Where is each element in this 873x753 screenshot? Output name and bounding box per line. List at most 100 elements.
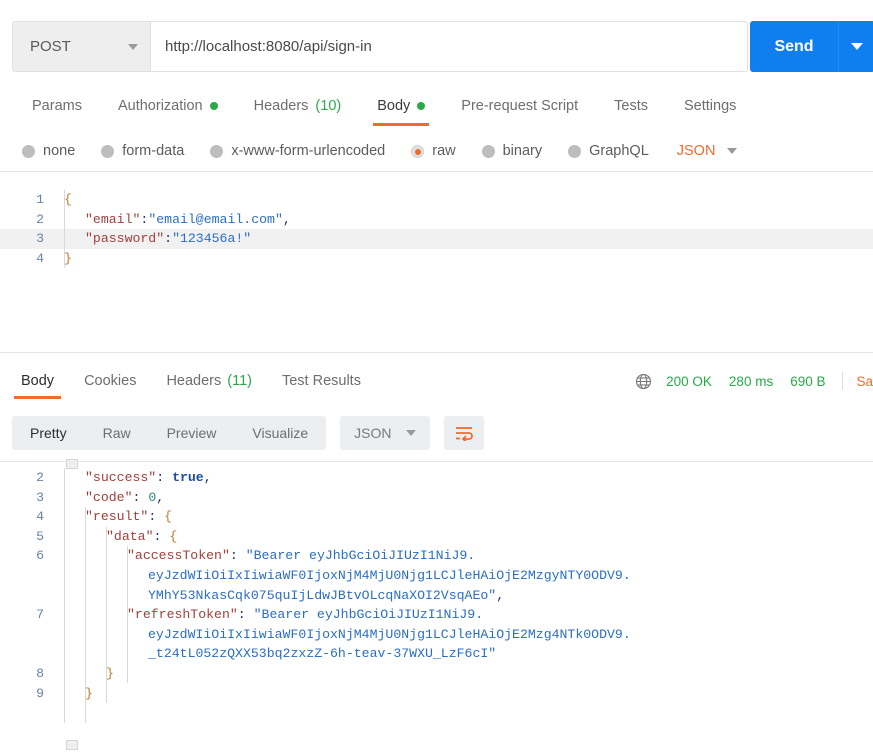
- send-button[interactable]: Send: [750, 21, 838, 72]
- code-line: 3 "code": 0,: [0, 488, 873, 508]
- response-language-dropdown[interactable]: JSON: [340, 416, 430, 450]
- status-dot-icon: [209, 102, 218, 110]
- code-text: "password":"123456a!": [85, 229, 251, 249]
- request-tab-pre-request-script[interactable]: Pre-request Script: [443, 88, 596, 124]
- line-number: 4: [36, 250, 44, 266]
- code-text: "email":"email@email.com",: [85, 210, 291, 230]
- request-tab-tests[interactable]: Tests: [596, 88, 666, 124]
- divider: [0, 352, 873, 353]
- url-input[interactable]: http://localhost:8080/api/sign-in: [150, 21, 748, 72]
- code-token: "123456a!": [172, 231, 252, 247]
- radio-button-icon[interactable]: [481, 144, 495, 158]
- view-mode-raw[interactable]: Raw: [85, 416, 149, 450]
- code-token: {: [64, 192, 72, 207]
- response-view-toolbar: Pretty Raw Preview Visualize JSON: [0, 408, 873, 458]
- code-line: 7 "refreshToken": "Bearer eyJhbGciOiJIUzI…: [0, 605, 873, 625]
- request-tab-label: Settings: [683, 98, 737, 114]
- code-line: 2 "success": true,: [0, 468, 873, 488]
- body-type-radio-group: none form-data x-www-form-urlencoded raw bin…: [0, 132, 873, 170]
- view-mode-preview[interactable]: Preview: [149, 416, 235, 450]
- request-tab-settings[interactable]: Settings: [666, 88, 754, 124]
- code-line: 1{: [0, 190, 873, 210]
- request-tab-headers[interactable]: Headers (10): [236, 88, 360, 124]
- request-tab-label: Pre-request Script: [461, 98, 579, 114]
- code-line: 4}: [0, 249, 873, 269]
- divider: [842, 372, 844, 390]
- chevron-down-icon: [128, 43, 138, 50]
- body-type-label: raw: [432, 143, 456, 159]
- response-tab-test-results[interactable]: Test Results: [267, 362, 376, 400]
- code-token: "Bearer eyJhbGciOiJIUzI1NiJ9.: [253, 607, 484, 623]
- response-tab-headers[interactable]: Headers (11): [151, 362, 267, 400]
- radio-button-icon[interactable]: [210, 144, 224, 158]
- indent-guide: [64, 468, 65, 723]
- view-mode-visualize[interactable]: Visualize: [234, 416, 326, 450]
- line-number: 5: [36, 528, 44, 544]
- http-method-dropdown[interactable]: POST: [12, 21, 150, 72]
- scroll-up-marker[interactable]: [66, 459, 78, 469]
- radio-button-icon[interactable]: [411, 144, 425, 158]
- request-tab-authorization[interactable]: Authorization: [100, 88, 236, 124]
- code-line: 5 "data": {: [0, 527, 873, 547]
- code-line: 8}: [0, 664, 873, 684]
- body-type-x-www-form-urlencoded[interactable]: x-www-form-urlencoded: [210, 143, 385, 159]
- response-tab-body[interactable]: Body: [6, 362, 69, 400]
- response-tab-label: Body: [21, 373, 55, 389]
- status-dot-icon: [417, 102, 426, 110]
- body-type-label: x-www-form-urlencoded: [231, 143, 386, 159]
- request-tab-params[interactable]: Params: [14, 88, 100, 124]
- raw-format-dropdown[interactable]: JSON: [677, 143, 738, 159]
- radio-button-icon[interactable]: [101, 144, 115, 158]
- code-token: }: [106, 665, 114, 681]
- code-line: 3 "password":"123456a!": [0, 229, 873, 249]
- response-tab-cookies[interactable]: Cookies: [69, 362, 151, 400]
- radio-button-icon[interactable]: [22, 144, 35, 158]
- code-text: "accessToken": "Bearer eyJhbGciOiJIUzI1N…: [127, 546, 475, 566]
- code-text: {: [64, 190, 72, 210]
- body-type-raw[interactable]: raw: [411, 143, 456, 159]
- code-text: eyJzdWIiOiIxIiwiaWF0IjoxNjM4MjU0Njg1LCJl…: [148, 566, 631, 586]
- scroll-down-marker[interactable]: [66, 740, 78, 750]
- code-token: ,: [282, 211, 291, 227]
- request-tab-label: Body: [377, 98, 411, 114]
- code-line: 2 "email":"email@email.com",: [0, 210, 873, 230]
- code-token: {: [169, 528, 178, 544]
- response-tab-count: (11): [227, 373, 252, 389]
- code-token: :: [237, 607, 254, 623]
- code-token: ,: [156, 489, 165, 505]
- radio-button-icon[interactable]: [568, 144, 582, 158]
- view-mode-pretty[interactable]: Pretty: [12, 416, 85, 450]
- word-wrap-icon: [455, 427, 473, 441]
- word-wrap-toggle-button[interactable]: [443, 416, 484, 450]
- send-options-dropdown[interactable]: [838, 21, 873, 72]
- body-type-label: none: [43, 143, 76, 159]
- request-tab-count: (10): [315, 98, 342, 114]
- body-type-none[interactable]: none: [22, 143, 75, 159]
- url-text: http://localhost:8080/api/sign-in: [165, 38, 372, 55]
- code-text: }: [106, 664, 114, 684]
- code-token: _t24tL052zQXX53bq2zxzZ-6h-teav-37WXU_LzF…: [148, 646, 497, 662]
- code-text: "data": {: [106, 527, 177, 547]
- request-tab-body[interactable]: Body: [359, 88, 443, 126]
- code-token: {: [164, 509, 173, 525]
- code-text: "result": {: [85, 507, 172, 527]
- code-text: "success": true,: [85, 468, 212, 488]
- body-type-binary[interactable]: binary: [481, 143, 543, 159]
- code-token: "data": [106, 528, 154, 544]
- http-method-label: POST: [30, 38, 71, 55]
- request-body-editor[interactable]: 1{2 "email":"email@email.com", 3 "password"…: [0, 190, 873, 350]
- globe-icon: [635, 373, 652, 390]
- body-type-graphql[interactable]: GraphQL: [568, 143, 649, 159]
- response-language-label: JSON: [354, 425, 392, 441]
- save-response-button[interactable]: Sa: [856, 374, 873, 389]
- code-token: "password": [85, 231, 165, 247]
- code-token: "email": [85, 211, 141, 227]
- chevron-down-icon: [851, 43, 863, 50]
- response-body-editor[interactable]: 2 "success": true, 3 "code": 0, 4 "result": {…: [0, 468, 873, 753]
- code-line: YMhY53NkasCqk075quIjLdwJBtvOLcqNaXOI2Vsq…: [0, 586, 873, 606]
- body-type-label: binary: [502, 143, 543, 159]
- request-url-bar: POST http://localhost:8080/api/sign-in S…: [0, 0, 873, 90]
- response-size: 690 B: [790, 373, 826, 389]
- body-type-form-data[interactable]: form-data: [101, 143, 184, 159]
- code-token: :: [229, 548, 246, 564]
